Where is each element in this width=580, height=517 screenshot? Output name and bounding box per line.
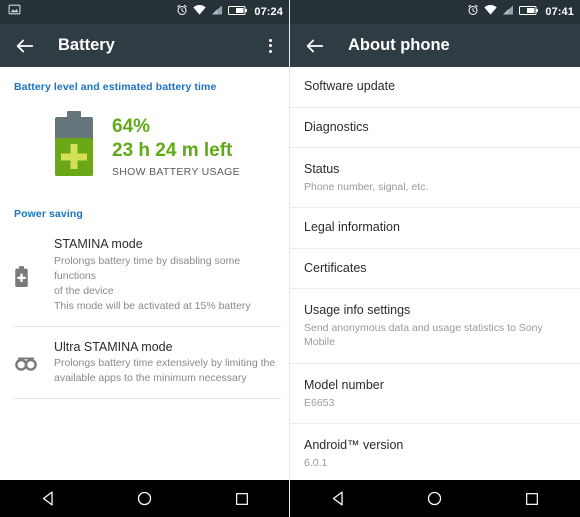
alarm-icon xyxy=(176,3,188,21)
nav-recents-icon[interactable] xyxy=(508,480,556,517)
list-item-subtitle: 6.0.1 xyxy=(304,456,328,469)
stamina-mode-desc-2: of the device xyxy=(54,284,114,297)
battery-icon xyxy=(228,3,248,21)
stamina-mode-desc-1: Prolongs battery time by disabling some … xyxy=(54,254,241,282)
about-phone-app-bar: About phone xyxy=(290,24,580,67)
nav-home-icon[interactable] xyxy=(121,480,169,517)
list-item-certificates[interactable]: Certificates xyxy=(290,249,580,290)
status-bar-system-icons: 07:24 xyxy=(176,3,283,21)
about-phone-list: Software update Diagnostics Status Phone… xyxy=(290,67,580,517)
back-arrow-icon[interactable] xyxy=(14,35,36,57)
list-item-title: Usage info settings xyxy=(304,303,411,318)
list-item-android-version[interactable]: Android™ version 6.0.1 xyxy=(290,424,580,485)
navigation-bar xyxy=(0,480,289,517)
list-item-status[interactable]: Status Phone number, signal, etc. xyxy=(290,148,580,209)
overflow-menu-icon[interactable] xyxy=(261,35,279,57)
alarm-icon xyxy=(467,3,479,21)
wifi-icon xyxy=(484,3,498,21)
battery-content: Battery level and estimated battery time… xyxy=(0,67,289,517)
battery-percent: 64% xyxy=(112,115,151,137)
ultra-stamina-mode-row[interactable]: Ultra STAMINA mode Prolongs battery time… xyxy=(0,327,289,399)
ultra-stamina-mode-title: Ultra STAMINA mode xyxy=(54,339,173,354)
nav-back-icon[interactable] xyxy=(24,480,72,517)
list-item-title: Diagnostics xyxy=(304,119,369,134)
ultra-stamina-icon xyxy=(14,339,54,387)
page-title: About phone xyxy=(348,36,450,54)
signal-icon xyxy=(502,3,514,21)
list-item-title: Status xyxy=(304,162,340,176)
nav-back-icon[interactable] xyxy=(314,480,362,517)
page-title: Battery xyxy=(58,36,115,54)
show-battery-usage-button[interactable]: SHOW BATTERY USAGE xyxy=(112,166,240,178)
stamina-mode-desc-3: This mode will be activated at 15% batte… xyxy=(54,299,251,312)
stamina-mode-row[interactable]: STAMINA mode Prolongs battery time by di… xyxy=(0,224,289,326)
status-bar-system-icons: 07:41 xyxy=(467,3,574,21)
power-saving-section-header: Power saving xyxy=(14,208,83,220)
list-item-subtitle: E6653 xyxy=(304,396,335,409)
battery-charging-icon xyxy=(52,111,96,182)
list-item-title: Software update xyxy=(304,79,396,93)
screenshot-icon xyxy=(8,3,21,21)
list-item-subtitle: Phone number, signal, etc. xyxy=(304,180,429,193)
about-phone-content: Software update Diagnostics Status Phone… xyxy=(290,67,580,517)
status-bar-clock: 07:41 xyxy=(545,6,574,18)
dual-screenshot-comparison: 07:24 Battery Battery level and estimate… xyxy=(0,0,580,517)
status-bar-notifications xyxy=(8,3,176,21)
nav-recents-icon[interactable] xyxy=(218,480,266,517)
battery-summary: 64% 23 h 24 m left SHOW BATTERY USAGE xyxy=(0,97,289,194)
battery-plus-icon xyxy=(14,236,54,314)
list-item-usage-info-settings[interactable]: Usage info settings Send anonymous data … xyxy=(290,289,580,365)
stamina-mode-title: STAMINA mode xyxy=(54,237,143,251)
battery-summary-text: 64% 23 h 24 m left SHOW BATTERY USAGE xyxy=(112,115,240,179)
battery-screen-panel: 07:24 Battery Battery level and estimate… xyxy=(0,0,290,517)
battery-app-bar: Battery xyxy=(0,24,289,67)
list-item-title: Certificates xyxy=(304,260,367,275)
list-item-model-number[interactable]: Model number E6653 xyxy=(290,364,580,425)
about-phone-screen-panel: 07:41 About phone Software update Diagno… xyxy=(290,0,580,517)
back-arrow-icon[interactable] xyxy=(304,35,326,57)
ultra-stamina-mode-body: Ultra STAMINA mode Prolongs battery time… xyxy=(54,339,279,387)
nav-home-icon[interactable] xyxy=(411,480,459,517)
status-bar: 07:24 xyxy=(0,0,289,24)
signal-icon xyxy=(211,3,223,21)
list-item-diagnostics[interactable]: Diagnostics xyxy=(290,108,580,148)
battery-time-left: 23 h 24 m left xyxy=(112,139,233,161)
battery-icon xyxy=(519,3,539,21)
list-item-software-update[interactable]: Software update xyxy=(290,67,580,108)
list-item-legal-information[interactable]: Legal information xyxy=(290,208,580,249)
list-item-title: Model number xyxy=(304,378,384,393)
status-bar-clock: 07:24 xyxy=(254,6,283,18)
navigation-bar xyxy=(290,480,580,517)
wifi-icon xyxy=(193,3,207,21)
ultra-stamina-mode-desc-1: Prolongs battery time extensively by lim… xyxy=(54,357,276,370)
list-item-title: Android™ version xyxy=(304,438,404,453)
ultra-stamina-mode-desc-2: available apps to the minimum necessary xyxy=(54,372,247,385)
status-bar: 07:41 xyxy=(290,0,580,24)
battery-level-section-header: Battery level and estimated battery time xyxy=(14,81,217,93)
divider-after-ultra-stamina xyxy=(14,398,281,400)
list-item-title: Legal information xyxy=(304,220,400,235)
list-item-subtitle: Send anonymous data and usage statistics… xyxy=(304,321,543,349)
stamina-mode-body: STAMINA mode Prolongs battery time by di… xyxy=(54,236,279,314)
